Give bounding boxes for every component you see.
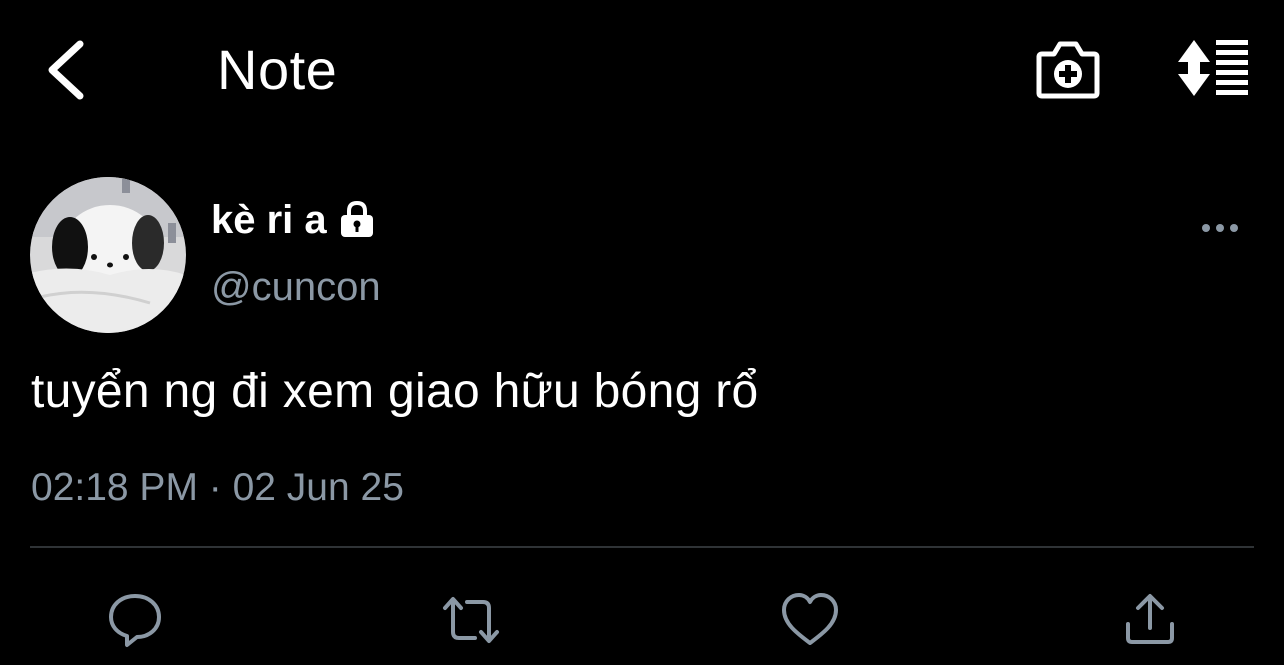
display-name[interactable]: kè ri a: [211, 197, 377, 243]
reply-icon: [109, 594, 161, 647]
share-button[interactable]: [1120, 590, 1180, 650]
divider: [30, 546, 1254, 548]
top-bar: Note: [0, 0, 1284, 140]
sort-button[interactable]: [1172, 38, 1252, 98]
heart-icon: [782, 593, 838, 645]
avatar-image: [30, 177, 186, 333]
more-horizontal-icon: [1202, 224, 1238, 232]
more-options-button[interactable]: [1196, 212, 1244, 244]
lock-icon: [340, 200, 373, 237]
camera-button[interactable]: [1034, 36, 1102, 102]
display-name-text: kè ri a: [211, 198, 327, 242]
reply-button[interactable]: [105, 590, 165, 650]
retweet-button[interactable]: [441, 590, 501, 650]
sort-list-icon: [1178, 40, 1248, 96]
user-handle[interactable]: @cuncon: [211, 264, 381, 310]
camera-add-icon: [1036, 41, 1100, 99]
retweet-icon: [443, 597, 499, 643]
page-title: Note: [217, 38, 338, 101]
avatar[interactable]: [30, 177, 186, 333]
like-button[interactable]: [780, 590, 840, 650]
tweet-timestamp: 02:18 PM · 02 Jun 25: [31, 466, 404, 509]
back-button[interactable]: [36, 36, 100, 104]
share-icon: [1126, 594, 1174, 644]
tweet-text: tuyển ng đi xem giao hữu bóng rổ: [31, 365, 759, 418]
chevron-left-icon: [48, 40, 84, 100]
